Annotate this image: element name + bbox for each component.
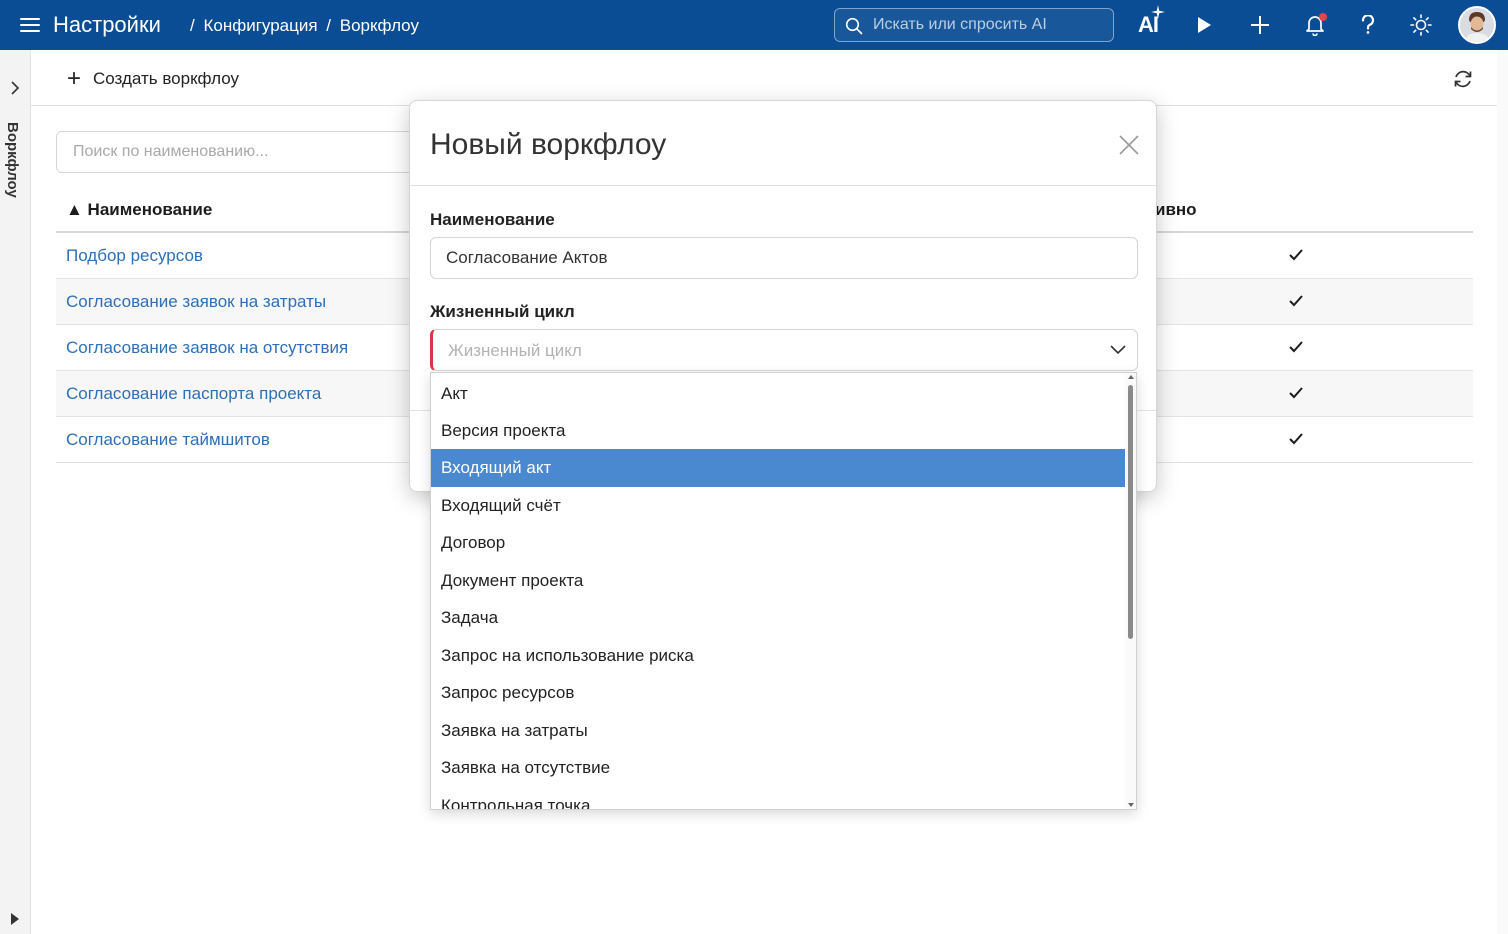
- check-icon: [1289, 341, 1303, 353]
- lifecycle-select[interactable]: Жизненный цикл: [430, 329, 1138, 371]
- play-icon: [1198, 17, 1211, 33]
- avatar[interactable]: [1458, 6, 1496, 44]
- notifications-button[interactable]: [1300, 10, 1330, 40]
- lifecycle-option[interactable]: Договор: [431, 524, 1127, 562]
- lifecycle-option-selected[interactable]: Входящий акт: [431, 449, 1127, 487]
- workflow-link[interactable]: Согласование заявок на отсутствия: [66, 338, 348, 358]
- breadcrumb-item-workflow[interactable]: Воркфлоу: [340, 16, 419, 35]
- sun-icon: [1410, 14, 1432, 36]
- workflow-link[interactable]: Согласование паспорта проекта: [66, 384, 321, 404]
- dropdown-scrollbar[interactable]: [1125, 373, 1136, 809]
- workflow-link[interactable]: Согласование заявок на затраты: [66, 292, 326, 312]
- name-field-label: Наименование: [430, 210, 555, 229]
- side-panel-label[interactable]: Воркфлоу: [4, 122, 21, 198]
- help-button[interactable]: [1353, 10, 1383, 40]
- workflow-link[interactable]: Подбор ресурсов: [66, 246, 203, 266]
- search-icon: [845, 17, 863, 35]
- expand-triangle-icon[interactable]: [10, 912, 20, 926]
- search-input[interactable]: [873, 13, 1103, 37]
- scroll-down-arrow-icon[interactable]: [1128, 803, 1134, 807]
- breadcrumb-item-configuration[interactable]: Конфигурация: [203, 16, 317, 35]
- name-filter-input[interactable]: [56, 131, 416, 173]
- scroll-up-arrow-icon[interactable]: [1128, 375, 1134, 379]
- left-side-panel: Воркфлоу: [0, 50, 31, 934]
- check-icon: [1289, 295, 1303, 307]
- lifecycle-option[interactable]: Задача: [431, 599, 1127, 637]
- column-header-active[interactable]: ивно: [1155, 200, 1197, 220]
- lifecycle-placeholder: Жизненный цикл: [448, 341, 582, 360]
- workflow-name-input[interactable]: [430, 237, 1138, 279]
- lifecycle-option[interactable]: Входящий счёт: [431, 487, 1127, 525]
- check-icon: [1289, 387, 1303, 399]
- lifecycle-option[interactable]: Заявка на затраты: [431, 712, 1127, 750]
- breadcrumb-separator: /: [190, 16, 195, 35]
- lifecycle-option[interactable]: Запрос на использование риска: [431, 637, 1127, 675]
- toolbar: + Создать воркфлоу: [31, 50, 1497, 106]
- lifecycle-option[interactable]: Документ проекта: [431, 562, 1127, 600]
- check-icon: [1289, 249, 1303, 261]
- create-workflow-label: Создать воркфлоу: [93, 69, 240, 88]
- top-bar: Настройки / Конфигурация / Воркфлоу AI: [0, 0, 1508, 50]
- lifecycle-field-label: Жизненный цикл: [430, 302, 575, 321]
- dialog-header-divider: [410, 185, 1156, 186]
- breadcrumb: / Конфигурация / Воркфлоу: [190, 16, 423, 36]
- chevron-right-icon[interactable]: [9, 80, 21, 96]
- create-workflow-button[interactable]: + Создать воркфлоу: [67, 66, 239, 92]
- play-button[interactable]: [1189, 10, 1219, 40]
- ai-sparkle-icon: [1151, 5, 1165, 19]
- lifecycle-option[interactable]: Запрос ресурсов: [431, 674, 1127, 712]
- help-icon: [1361, 15, 1375, 34]
- column-header-name[interactable]: ▲ Наименование: [66, 200, 212, 220]
- lifecycle-option[interactable]: Контрольная точка: [431, 787, 1127, 809]
- lifecycle-option[interactable]: Версия проекта: [431, 412, 1127, 450]
- close-icon[interactable]: [1117, 133, 1141, 157]
- refresh-icon[interactable]: [1451, 67, 1475, 91]
- notification-badge: [1319, 13, 1327, 21]
- breadcrumb-separator: /: [326, 16, 332, 35]
- plus-icon: [1251, 16, 1269, 34]
- chevron-down-icon: [1110, 345, 1126, 355]
- dialog-title: Новый воркфлоу: [430, 128, 667, 161]
- check-icon: [1289, 433, 1303, 445]
- user-avatar-icon: [1460, 8, 1494, 42]
- add-button[interactable]: [1245, 10, 1275, 40]
- lifecycle-dropdown-list: Акт Версия проекта Входящий акт Входящий…: [430, 372, 1137, 810]
- menu-icon[interactable]: [20, 14, 40, 36]
- workflow-link[interactable]: Согласование таймшитов: [66, 430, 270, 450]
- lifecycle-option[interactable]: Заявка на отсутствие: [431, 749, 1127, 787]
- lifecycle-option[interactable]: Акт: [431, 375, 1127, 413]
- ai-assistant-button[interactable]: AI: [1133, 5, 1165, 40]
- page-scrollbar[interactable]: [1497, 50, 1508, 934]
- scrollbar-thumb[interactable]: [1128, 385, 1133, 639]
- theme-toggle[interactable]: [1406, 10, 1436, 40]
- global-search[interactable]: [834, 8, 1114, 42]
- plus-icon: +: [67, 65, 82, 92]
- app-title[interactable]: Настройки: [53, 12, 161, 38]
